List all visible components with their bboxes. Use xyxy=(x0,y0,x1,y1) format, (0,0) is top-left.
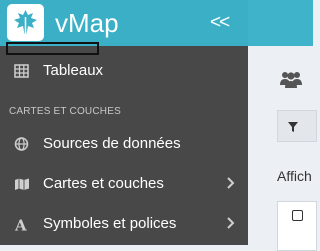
sidebar: Tableaux CARTES ET COUCHES Sources de do… xyxy=(0,46,248,245)
sidebar-item-cartes-et-couches[interactable]: Cartes et couches xyxy=(0,166,248,202)
chevron-right-icon xyxy=(227,217,235,229)
show-entries-label: Affich xyxy=(277,168,312,184)
sidebar-item-sources-de-donnees[interactable]: Sources de données xyxy=(0,126,248,162)
logo-area: vMap << xyxy=(0,0,248,46)
brand-name[interactable]: vMap xyxy=(55,8,119,38)
sidebar-item-symboles-et-polices[interactable]: A Symboles et polices xyxy=(0,206,248,242)
collapse-sidebar-button[interactable]: << xyxy=(210,12,230,34)
select-all-checkbox[interactable] xyxy=(292,210,303,221)
sidebar-item-label: Symboles et polices xyxy=(43,215,177,232)
chevron-right-icon xyxy=(227,177,235,189)
font-icon: A xyxy=(14,217,27,233)
sidebar-item-label: Cartes et couches xyxy=(43,175,164,192)
table-icon xyxy=(14,64,29,78)
sidebar-section-title: CARTES ET COUCHES xyxy=(9,106,121,117)
sidebar-item-label: Tableaux xyxy=(43,62,104,79)
filter-icon xyxy=(288,122,298,132)
leaf-logo-icon[interactable] xyxy=(7,4,44,41)
svg-text:A: A xyxy=(14,217,27,233)
users-icon xyxy=(280,72,302,88)
main-content: Affich xyxy=(248,46,317,251)
map-icon xyxy=(15,178,29,190)
data-table xyxy=(277,201,317,251)
sidebar-item-label: Sources de données xyxy=(43,135,181,152)
focus-outline xyxy=(6,42,99,55)
filter-button[interactable] xyxy=(277,110,317,142)
globe-icon xyxy=(14,137,29,151)
sidebar-item-tableaux[interactable]: Tableaux xyxy=(0,53,248,89)
